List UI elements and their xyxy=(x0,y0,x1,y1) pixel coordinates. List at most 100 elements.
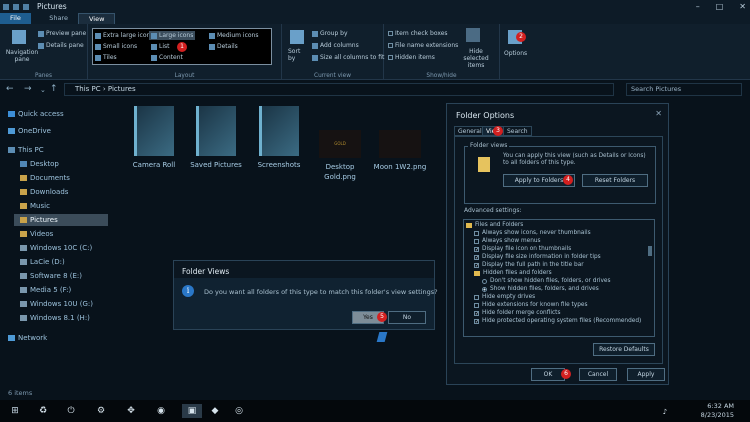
tab-general[interactable]: General xyxy=(454,126,486,136)
file-item[interactable]: Saved Pictures xyxy=(186,106,246,170)
hidden-items-toggle[interactable]: Hidden items xyxy=(388,54,435,61)
nav-drive-f[interactable]: Media 5 (F:) xyxy=(20,286,71,294)
explorer-window-icon[interactable]: ▣ xyxy=(182,404,202,418)
preview-pane-button[interactable]: Preview pane xyxy=(38,30,86,37)
app-icon[interactable]: ◎ xyxy=(232,404,246,418)
hide-selected-button[interactable]: Hide selected items xyxy=(456,48,496,69)
layout-large-icons[interactable]: Large icons xyxy=(149,31,196,40)
checkbox[interactable] xyxy=(474,302,479,308)
new-folder-icon[interactable] xyxy=(23,3,29,10)
no-button[interactable]: No xyxy=(388,311,426,324)
item-checkboxes-toggle[interactable]: Item check boxes xyxy=(388,30,448,37)
checkbox[interactable]: ✓ xyxy=(474,318,479,324)
adv-item[interactable]: Show hidden files, folders, and drives xyxy=(482,286,599,292)
adv-item[interactable]: ✓ Hide folder merge conflicts xyxy=(474,310,560,316)
nav-quick-access[interactable]: Quick access xyxy=(8,110,64,118)
radio-button[interactable] xyxy=(482,286,487,292)
file-extensions-toggle[interactable]: File name extensions xyxy=(388,42,458,49)
adv-item[interactable]: Don't show hidden files, folders, or dri… xyxy=(482,278,610,284)
sort-by-icon[interactable] xyxy=(290,30,304,44)
settings-gear-icon[interactable]: ⚙ xyxy=(94,404,108,418)
address-input[interactable]: This PC › Pictures xyxy=(64,83,614,96)
close-icon[interactable]: ✕ xyxy=(739,2,746,11)
nav-drive-c[interactable]: Windows 10C (C:) xyxy=(20,244,92,252)
layout-small-icons[interactable]: Small icons xyxy=(95,43,137,50)
up-arrow-icon[interactable]: ↑ xyxy=(50,84,58,94)
file-item[interactable]: GOLD Desktop Gold.png xyxy=(312,130,368,182)
radio-button[interactable] xyxy=(482,278,487,284)
layout-list[interactable]: List xyxy=(151,43,170,50)
layout-medium-icons[interactable]: Medium icons xyxy=(209,32,258,39)
layout-tiles[interactable]: Tiles xyxy=(95,54,117,61)
checkbox[interactable]: ✓ xyxy=(474,246,479,252)
back-arrow-icon[interactable]: ← xyxy=(6,84,14,94)
nav-music[interactable]: Music xyxy=(20,202,50,210)
adv-item[interactable]: ✓ Display the full path in the title bar xyxy=(474,262,584,268)
clock[interactable]: 6:32 AM 8/23/2015 xyxy=(701,402,734,420)
file-item[interactable]: Screenshots xyxy=(250,106,308,170)
properties-icon[interactable] xyxy=(13,3,19,10)
ok-button[interactable]: OK xyxy=(531,368,565,381)
nav-drive-d[interactable]: LaCie (D:) xyxy=(20,258,65,266)
tab-share[interactable]: Share xyxy=(39,13,78,24)
nav-network[interactable]: Network xyxy=(8,334,47,342)
layout-extra-large-icons[interactable]: Extra large icons xyxy=(95,32,153,39)
add-columns-button[interactable]: Add columns xyxy=(312,42,359,49)
path-pictures[interactable]: Pictures xyxy=(108,85,136,93)
apply-button[interactable]: Apply xyxy=(627,368,665,381)
layout-details[interactable]: Details xyxy=(209,43,238,50)
nav-drive-h[interactable]: Windows 8.1 (H:) xyxy=(20,314,90,322)
recycle-bin-icon[interactable]: ♻ xyxy=(36,404,50,418)
adv-item[interactable]: ✓ Display file size information in folder… xyxy=(474,254,601,260)
adv-item[interactable]: ✓ Hide protected operating system files (… xyxy=(474,318,641,324)
tab-file[interactable]: File xyxy=(0,13,31,24)
start-windows-icon[interactable]: ⊞ xyxy=(8,404,22,418)
speaker-icon[interactable]: ♪ xyxy=(660,405,670,416)
checkbox[interactable] xyxy=(474,230,479,236)
checkbox[interactable]: ✓ xyxy=(474,310,479,316)
checkbox[interactable]: ✓ xyxy=(474,254,479,260)
recent-chevron-icon[interactable]: ⌄ xyxy=(40,86,46,94)
restore-defaults-button[interactable]: Restore Defaults xyxy=(593,343,655,356)
nav-documents[interactable]: Documents xyxy=(20,174,70,182)
navigation-pane-icon[interactable] xyxy=(12,30,26,44)
search-input[interactable]: Search Pictures xyxy=(626,83,742,96)
adv-item[interactable]: Always show icons, never thumbnails xyxy=(474,230,591,236)
adv-item[interactable]: ✓ Display file icon on thumbnails xyxy=(474,246,571,252)
checkbox[interactable] xyxy=(474,294,479,300)
nav-desktop[interactable]: Desktop xyxy=(20,160,59,168)
nav-drive-g[interactable]: Windows 10U (G:) xyxy=(20,300,93,308)
details-pane-button[interactable]: Details pane xyxy=(38,42,84,49)
nav-onedrive[interactable]: OneDrive xyxy=(8,127,51,135)
nav-videos[interactable]: Videos xyxy=(20,230,53,238)
path-this-pc[interactable]: This PC xyxy=(75,85,101,93)
checkbox[interactable]: ✓ xyxy=(474,262,479,268)
navigation-pane-button[interactable]: Navigation pane xyxy=(4,49,40,63)
file-item[interactable]: Moon 1W2.png xyxy=(372,130,428,172)
tab-view[interactable]: View xyxy=(77,13,116,24)
layout-content[interactable]: Content xyxy=(151,54,183,61)
forward-arrow-icon[interactable]: → xyxy=(24,84,32,94)
scrollbar-thumb[interactable] xyxy=(648,246,652,256)
nav-drive-e[interactable]: Software 8 (E:) xyxy=(20,272,82,280)
minimize-icon[interactable]: – xyxy=(696,2,700,11)
close-icon[interactable]: ✕ xyxy=(655,109,662,118)
options-button[interactable]: Options xyxy=(504,50,527,57)
nav-downloads[interactable]: Downloads xyxy=(20,188,68,196)
group-by-button[interactable]: Group by xyxy=(312,30,348,37)
adv-item[interactable]: Hide empty drives xyxy=(474,294,535,300)
media-icon[interactable]: ◉ xyxy=(154,404,168,418)
reset-folders-button[interactable]: Reset Folders xyxy=(582,174,648,187)
tab-search[interactable]: Search xyxy=(503,126,532,136)
checkbox[interactable] xyxy=(474,238,479,244)
size-columns-button[interactable]: Size all columns to fit xyxy=(312,54,384,61)
nav-pictures[interactable]: Pictures xyxy=(14,214,108,226)
power-icon[interactable]: ⏻ xyxy=(64,404,78,418)
cancel-button[interactable]: Cancel xyxy=(579,368,617,381)
game-controller-icon[interactable]: ✥ xyxy=(124,404,138,418)
adv-item[interactable]: Always show menus xyxy=(474,238,541,244)
sort-by-button[interactable]: Sort by xyxy=(288,48,308,62)
nav-this-pc[interactable]: This PC xyxy=(8,146,44,154)
maximize-icon[interactable]: □ xyxy=(716,2,724,11)
adv-item[interactable]: Hide extensions for known file types xyxy=(474,302,587,308)
